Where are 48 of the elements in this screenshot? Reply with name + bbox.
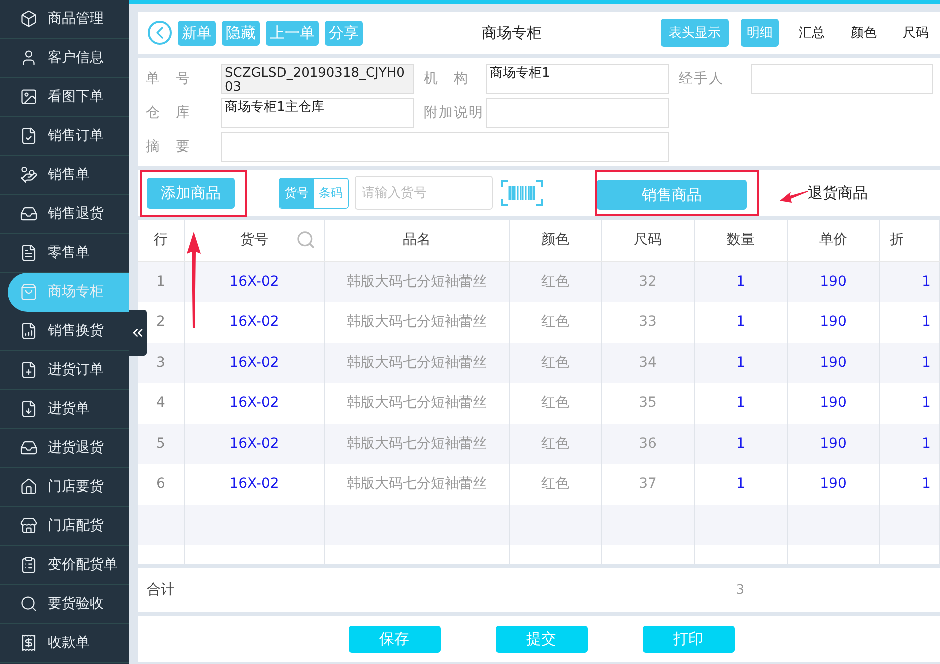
search-field[interactable]: 请输入货号 — [355, 176, 493, 210]
field-label: 机 构 — [423, 70, 470, 88]
menu-icon — [20, 244, 38, 262]
input-field[interactable] — [221, 132, 669, 162]
field-label: 单 号 — [146, 70, 192, 88]
input-field[interactable]: 商场专柜1主仓库 — [221, 98, 414, 128]
menu-icon — [20, 88, 38, 106]
field-label: 经手人 — [678, 70, 725, 88]
menu-icon — [20, 166, 38, 184]
menu-icon — [20, 478, 38, 496]
menu-icon — [20, 517, 38, 535]
view-tab[interactable]: 颜色 — [845, 19, 883, 47]
column-header: 颜色 — [510, 220, 602, 260]
menu-icon — [20, 595, 38, 613]
product-tab[interactable]: 退货商品 — [783, 178, 893, 208]
column-header: 行 — [138, 220, 185, 260]
menu-icon — [20, 361, 38, 379]
column-header: 尺码 — [602, 220, 695, 260]
back-icon[interactable] — [148, 21, 172, 45]
menu-icon — [20, 283, 38, 301]
menu-icon — [20, 634, 38, 652]
search-icon[interactable] — [296, 230, 316, 250]
input-field[interactable]: 商场专柜1 — [486, 64, 669, 94]
column-header: 单价 — [788, 220, 880, 260]
menu-icon — [20, 556, 38, 574]
menu-icon — [20, 205, 38, 223]
column-header: 品名 — [325, 220, 510, 260]
menu-icon — [20, 439, 38, 457]
total-quantity: 3 — [735, 582, 746, 598]
total-label: 合计 — [147, 581, 176, 599]
menu-icon — [20, 127, 38, 145]
column-header: 折 — [880, 220, 940, 260]
input-field[interactable] — [751, 64, 933, 94]
barcode-scan-icon[interactable] — [501, 180, 543, 206]
field-label: 附加说明 — [423, 104, 485, 122]
menu-icon — [20, 10, 38, 28]
annotation-arrow — [780, 190, 808, 204]
menu-icon — [20, 49, 38, 67]
collapse-handle[interactable] — [129, 310, 147, 356]
page-title: 商场专柜 — [481, 24, 543, 42]
column-header: 数量 — [695, 220, 788, 260]
view-tab[interactable]: 尺码 — [897, 19, 935, 47]
input-field[interactable] — [486, 98, 669, 128]
view-tab[interactable]: 汇总 — [793, 19, 831, 47]
field-label: 摘 要 — [146, 138, 192, 156]
field-label: 仓 库 — [146, 104, 192, 122]
menu-icon — [20, 322, 38, 340]
menu-icon — [20, 400, 38, 418]
